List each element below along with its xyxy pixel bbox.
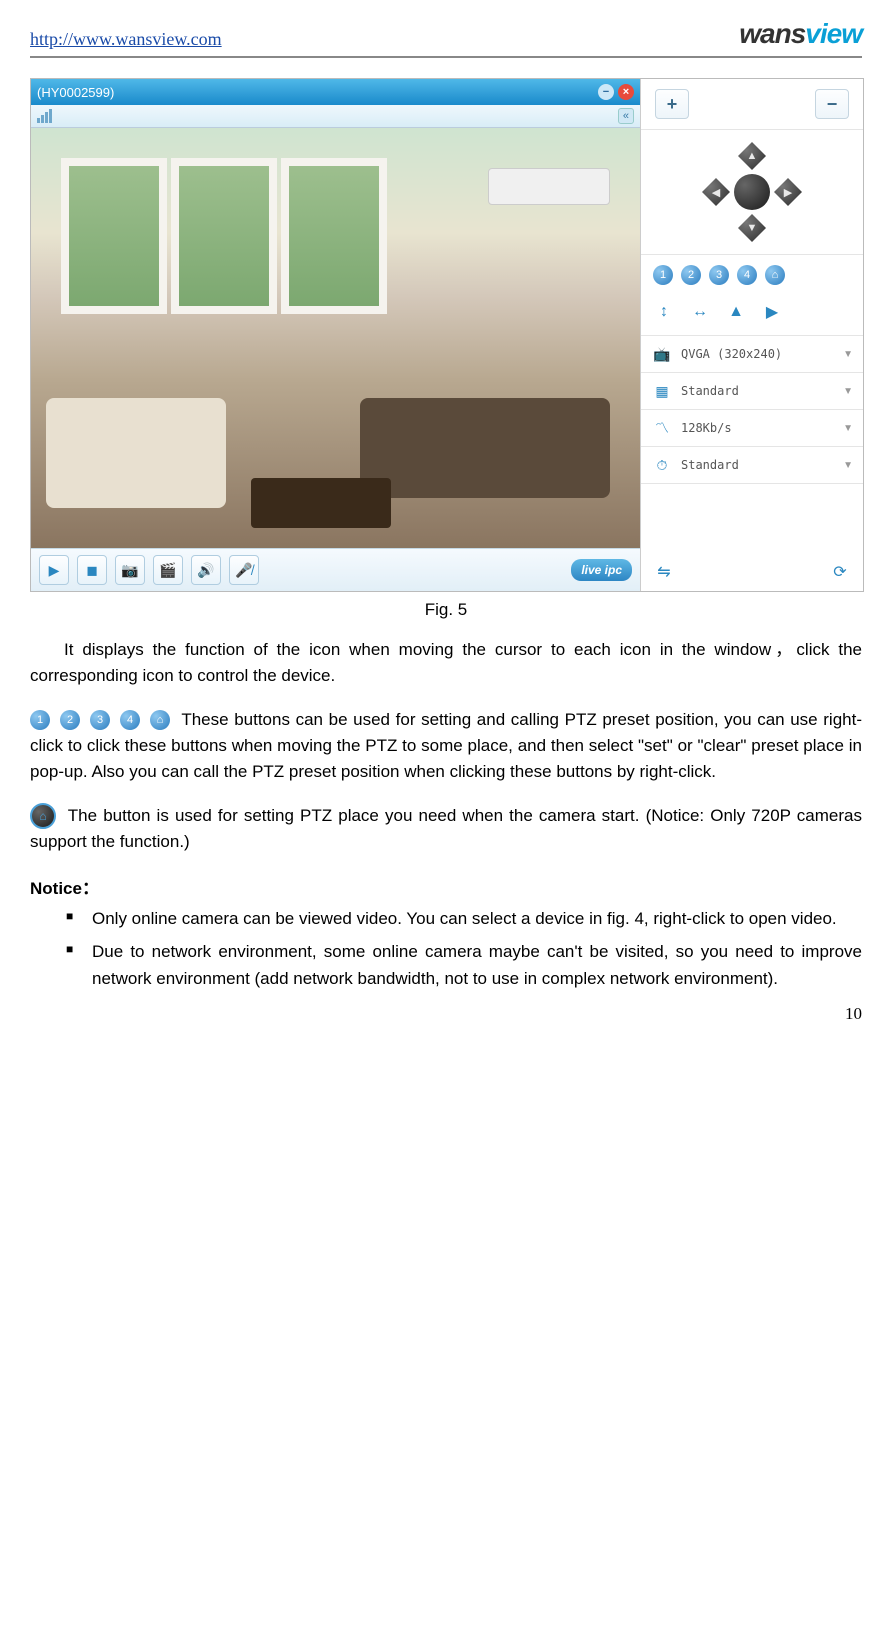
chevron-down-icon: ▼ [843,349,853,360]
speaker-icon[interactable]: 🔊 [191,555,221,585]
preset-3-button[interactable]: 3 [709,265,729,285]
tv-icon: 📺 [651,343,673,365]
page-header: http://www.wansview.com wansview [30,18,862,58]
collapse-button[interactable]: « [618,108,634,124]
window-titlebar: (HY0002599) − × [31,79,640,105]
sub-toolbar: « [31,105,640,128]
chevron-down-icon: ▼ [843,423,853,434]
fps-icon: ⏱ [651,454,673,476]
ptz-center-button[interactable] [734,174,770,210]
control-panel: + − ▲ ▼ ◀ ▶ 1 2 3 4 ⌂ ↕ ↔ [640,79,863,591]
preset-1-button[interactable]: 1 [653,265,673,285]
snapshot-icon[interactable]: 📷 [115,555,145,585]
video-toolbar: ▶ ◼ 📷 🎬 🔊 🎤̸ live ipc [31,548,640,591]
preset-home-button[interactable]: ⌂ [765,265,785,285]
ptz-pad: ▲ ▼ ◀ ▶ [641,130,863,255]
notice-list: Only online camera can be viewed video. … [66,905,862,993]
resolution-select[interactable]: 📺 QVGA (320x240) ▼ [641,336,863,373]
preset-4-button[interactable]: 4 [737,265,757,285]
paragraph-2: 1 2 3 4 ⌂ These buttons can be used for … [30,707,862,786]
ptz-extra-row: ↕ ↔ ▲ ▶ [641,295,863,336]
preset-1-icon: 1 [30,710,50,730]
ptz-right-button[interactable]: ▶ [774,178,802,206]
brand-logo: wansview [739,18,862,50]
record-icon[interactable]: 🎬 [153,555,183,585]
liveipc-badge: live ipc [571,559,632,581]
play-icon[interactable]: ▶ [39,555,69,585]
refresh-icon[interactable]: ⟳ [829,561,851,583]
preset-2-button[interactable]: 2 [681,265,701,285]
preset-3-icon: 3 [90,710,110,730]
preset-home-icon: ⌂ [150,710,170,730]
figure-caption: Fig. 5 [30,600,862,620]
video-pane: (HY0002599) − × « [31,79,640,591]
ptz-down-button[interactable]: ▼ [738,214,766,242]
panel-bottom-row: ⇋ ⟳ [641,553,863,591]
page-number: 10 [845,1004,862,1024]
video-feed[interactable] [31,128,640,548]
preset-row: 1 2 3 4 ⌂ [641,255,863,295]
zoom-in-button[interactable]: + [655,89,689,119]
mirror-icon[interactable]: ⇋ [653,561,675,583]
fps-select[interactable]: ⏱ Standard ▼ [641,447,863,484]
quality-icon: ▦ [651,380,673,402]
window-title: (HY0002599) [37,85,114,100]
flip-horizontal-icon[interactable]: ▶ [761,301,783,323]
bitrate-select[interactable]: 〽 128Kb/s ▼ [641,410,863,447]
preset-icons-inline: 1 2 3 4 ⌂ [30,710,170,730]
chevron-down-icon: ▼ [843,460,853,471]
preset-4-icon: 4 [120,710,140,730]
chevron-down-icon: ▼ [843,386,853,397]
site-url[interactable]: http://www.wansview.com [30,29,222,50]
mic-mute-icon[interactable]: 🎤̸ [229,555,259,585]
ptz-left-button[interactable]: ◀ [702,178,730,206]
signal-icon [37,109,52,123]
stop-icon[interactable]: ◼ [77,555,107,585]
zoom-out-button[interactable]: − [815,89,849,119]
horizontal-scan-icon[interactable]: ↔ [689,301,711,323]
notice-heading: Notice： [30,874,862,899]
notice-item: Due to network environment, some online … [66,938,862,992]
ptz-up-button[interactable]: ▲ [738,142,766,170]
paragraph-1: It displays the function of the icon whe… [30,637,862,690]
flip-vertical-icon[interactable]: ▲ [725,301,747,323]
notice-item: Only online camera can be viewed video. … [66,905,862,932]
vertical-scan-icon[interactable]: ↕ [653,301,675,323]
bitrate-icon: 〽 [651,417,673,439]
ptz-home-icon: ⌂ [30,803,56,829]
preset-2-icon: 2 [60,710,80,730]
paragraph-3: ⌂ The button is used for setting PTZ pla… [30,803,862,856]
close-icon[interactable]: × [618,84,634,100]
minimize-icon[interactable]: − [598,84,614,100]
app-screenshot: (HY0002599) − × « [30,78,864,592]
quality-select[interactable]: ▦ Standard ▼ [641,373,863,410]
